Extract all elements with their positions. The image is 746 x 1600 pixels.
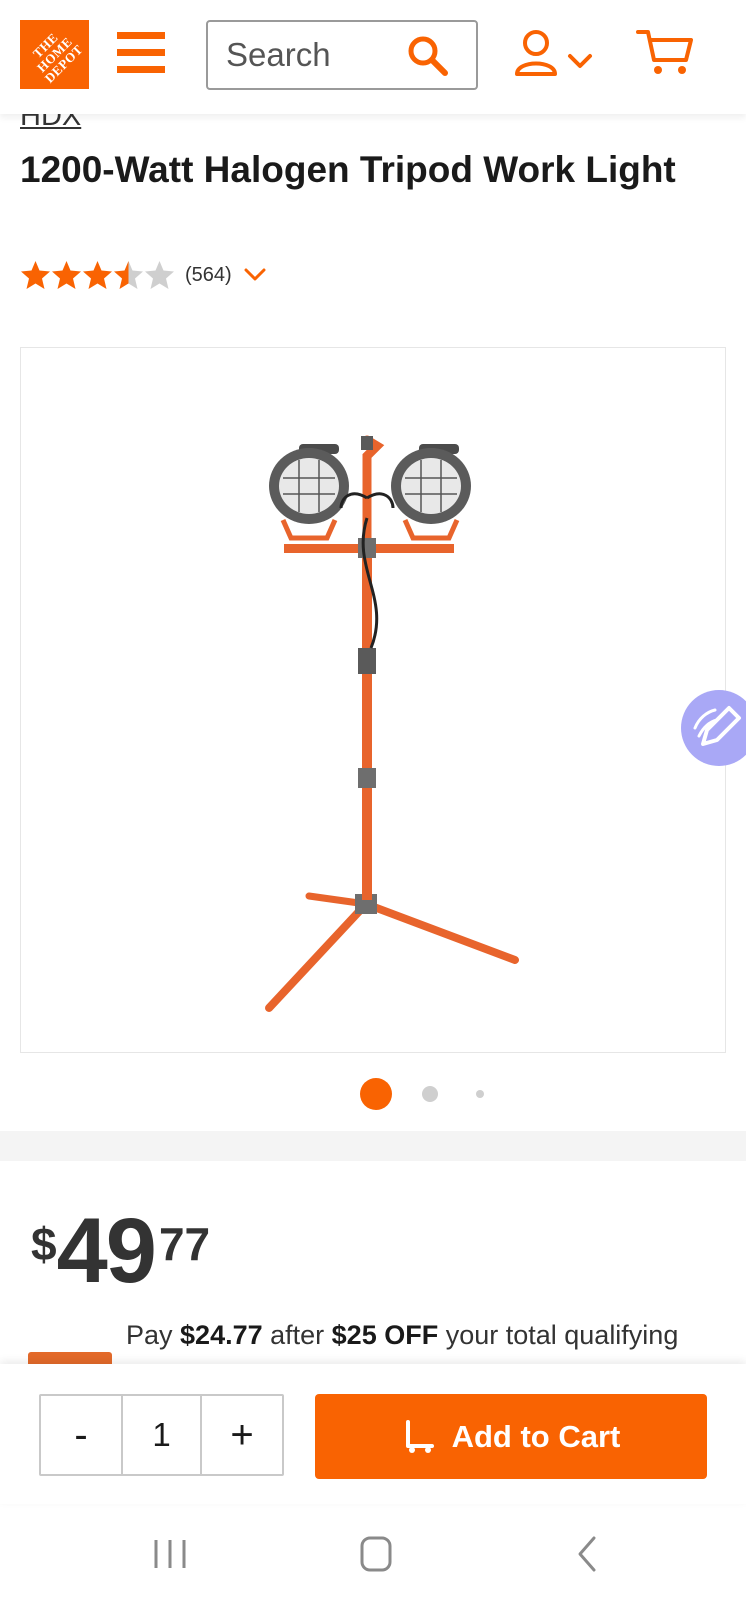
product-title: 1200-Watt Halogen Tripod Work Light <box>20 149 676 190</box>
image-carousel-dots <box>0 1076 746 1112</box>
star-rating <box>20 260 175 290</box>
price-dollars: 49 <box>56 1200 157 1302</box>
pencil-icon <box>693 706 741 746</box>
add-to-cart-label: Add to Cart <box>451 1418 621 1454</box>
rating-summary[interactable]: (564) <box>20 258 266 292</box>
user-icon <box>515 30 557 76</box>
top-header: THE HOME DEPOT <box>0 0 746 114</box>
carousel-dot-active[interactable] <box>360 1078 392 1110</box>
star-icon <box>145 261 174 289</box>
hand-truck-icon <box>405 1419 434 1453</box>
decrease-quantity-button[interactable]: - <box>41 1396 121 1474</box>
product-page: THE HOME DEPOT HDX 1200- <box>0 0 746 1600</box>
logo-text: THE HOME DEPOT <box>29 29 86 86</box>
quantity-stepper: - 1 + <box>39 1394 284 1476</box>
chevron-down-icon <box>568 54 592 68</box>
cart-icon[interactable] <box>636 28 694 78</box>
section-divider <box>0 1131 746 1161</box>
home-depot-logo[interactable]: THE HOME DEPOT <box>20 20 89 89</box>
work-light-illustration <box>265 435 519 1012</box>
recent-apps-icon[interactable] <box>148 1534 192 1574</box>
search-icon[interactable] <box>406 34 450 78</box>
promo-discount: $25 OFF <box>331 1320 439 1350</box>
promo-after: after <box>262 1320 332 1350</box>
quantity-value[interactable]: 1 <box>121 1396 202 1474</box>
price-cents: 77 <box>158 1218 211 1270</box>
carousel-dot[interactable] <box>476 1090 484 1098</box>
sticky-cart-bar: - 1 + Add to Cart <box>0 1364 746 1504</box>
system-navigation-bar <box>0 1504 746 1600</box>
feedback-button[interactable] <box>681 690 746 766</box>
promo-pay: Pay <box>126 1320 181 1350</box>
carousel-dot[interactable] <box>422 1086 438 1102</box>
chevron-down-icon[interactable] <box>244 267 266 283</box>
promo-tail: your total qualifying <box>438 1320 679 1350</box>
promo-amount: $24.77 <box>180 1320 263 1350</box>
price: $ 49 77 <box>31 1205 210 1297</box>
price-currency: $ <box>31 1218 57 1270</box>
product-image[interactable] <box>20 347 726 1053</box>
menu-icon[interactable] <box>117 30 165 76</box>
star-icon <box>114 261 143 289</box>
home-icon[interactable] <box>354 1534 398 1574</box>
card-promo-text[interactable]: Pay $24.77 after $25 OFF your total qual… <box>126 1320 678 1351</box>
review-count: (564) <box>185 263 232 286</box>
increase-quantity-button[interactable]: + <box>202 1396 282 1474</box>
star-icon <box>52 261 81 289</box>
account-menu[interactable] <box>514 28 600 78</box>
star-icon <box>83 261 112 289</box>
search-box <box>206 20 478 90</box>
add-to-cart-button[interactable]: Add to Cart <box>315 1394 707 1479</box>
back-icon[interactable] <box>566 1534 610 1574</box>
star-icon <box>21 261 50 289</box>
search-input[interactable] <box>226 34 396 76</box>
